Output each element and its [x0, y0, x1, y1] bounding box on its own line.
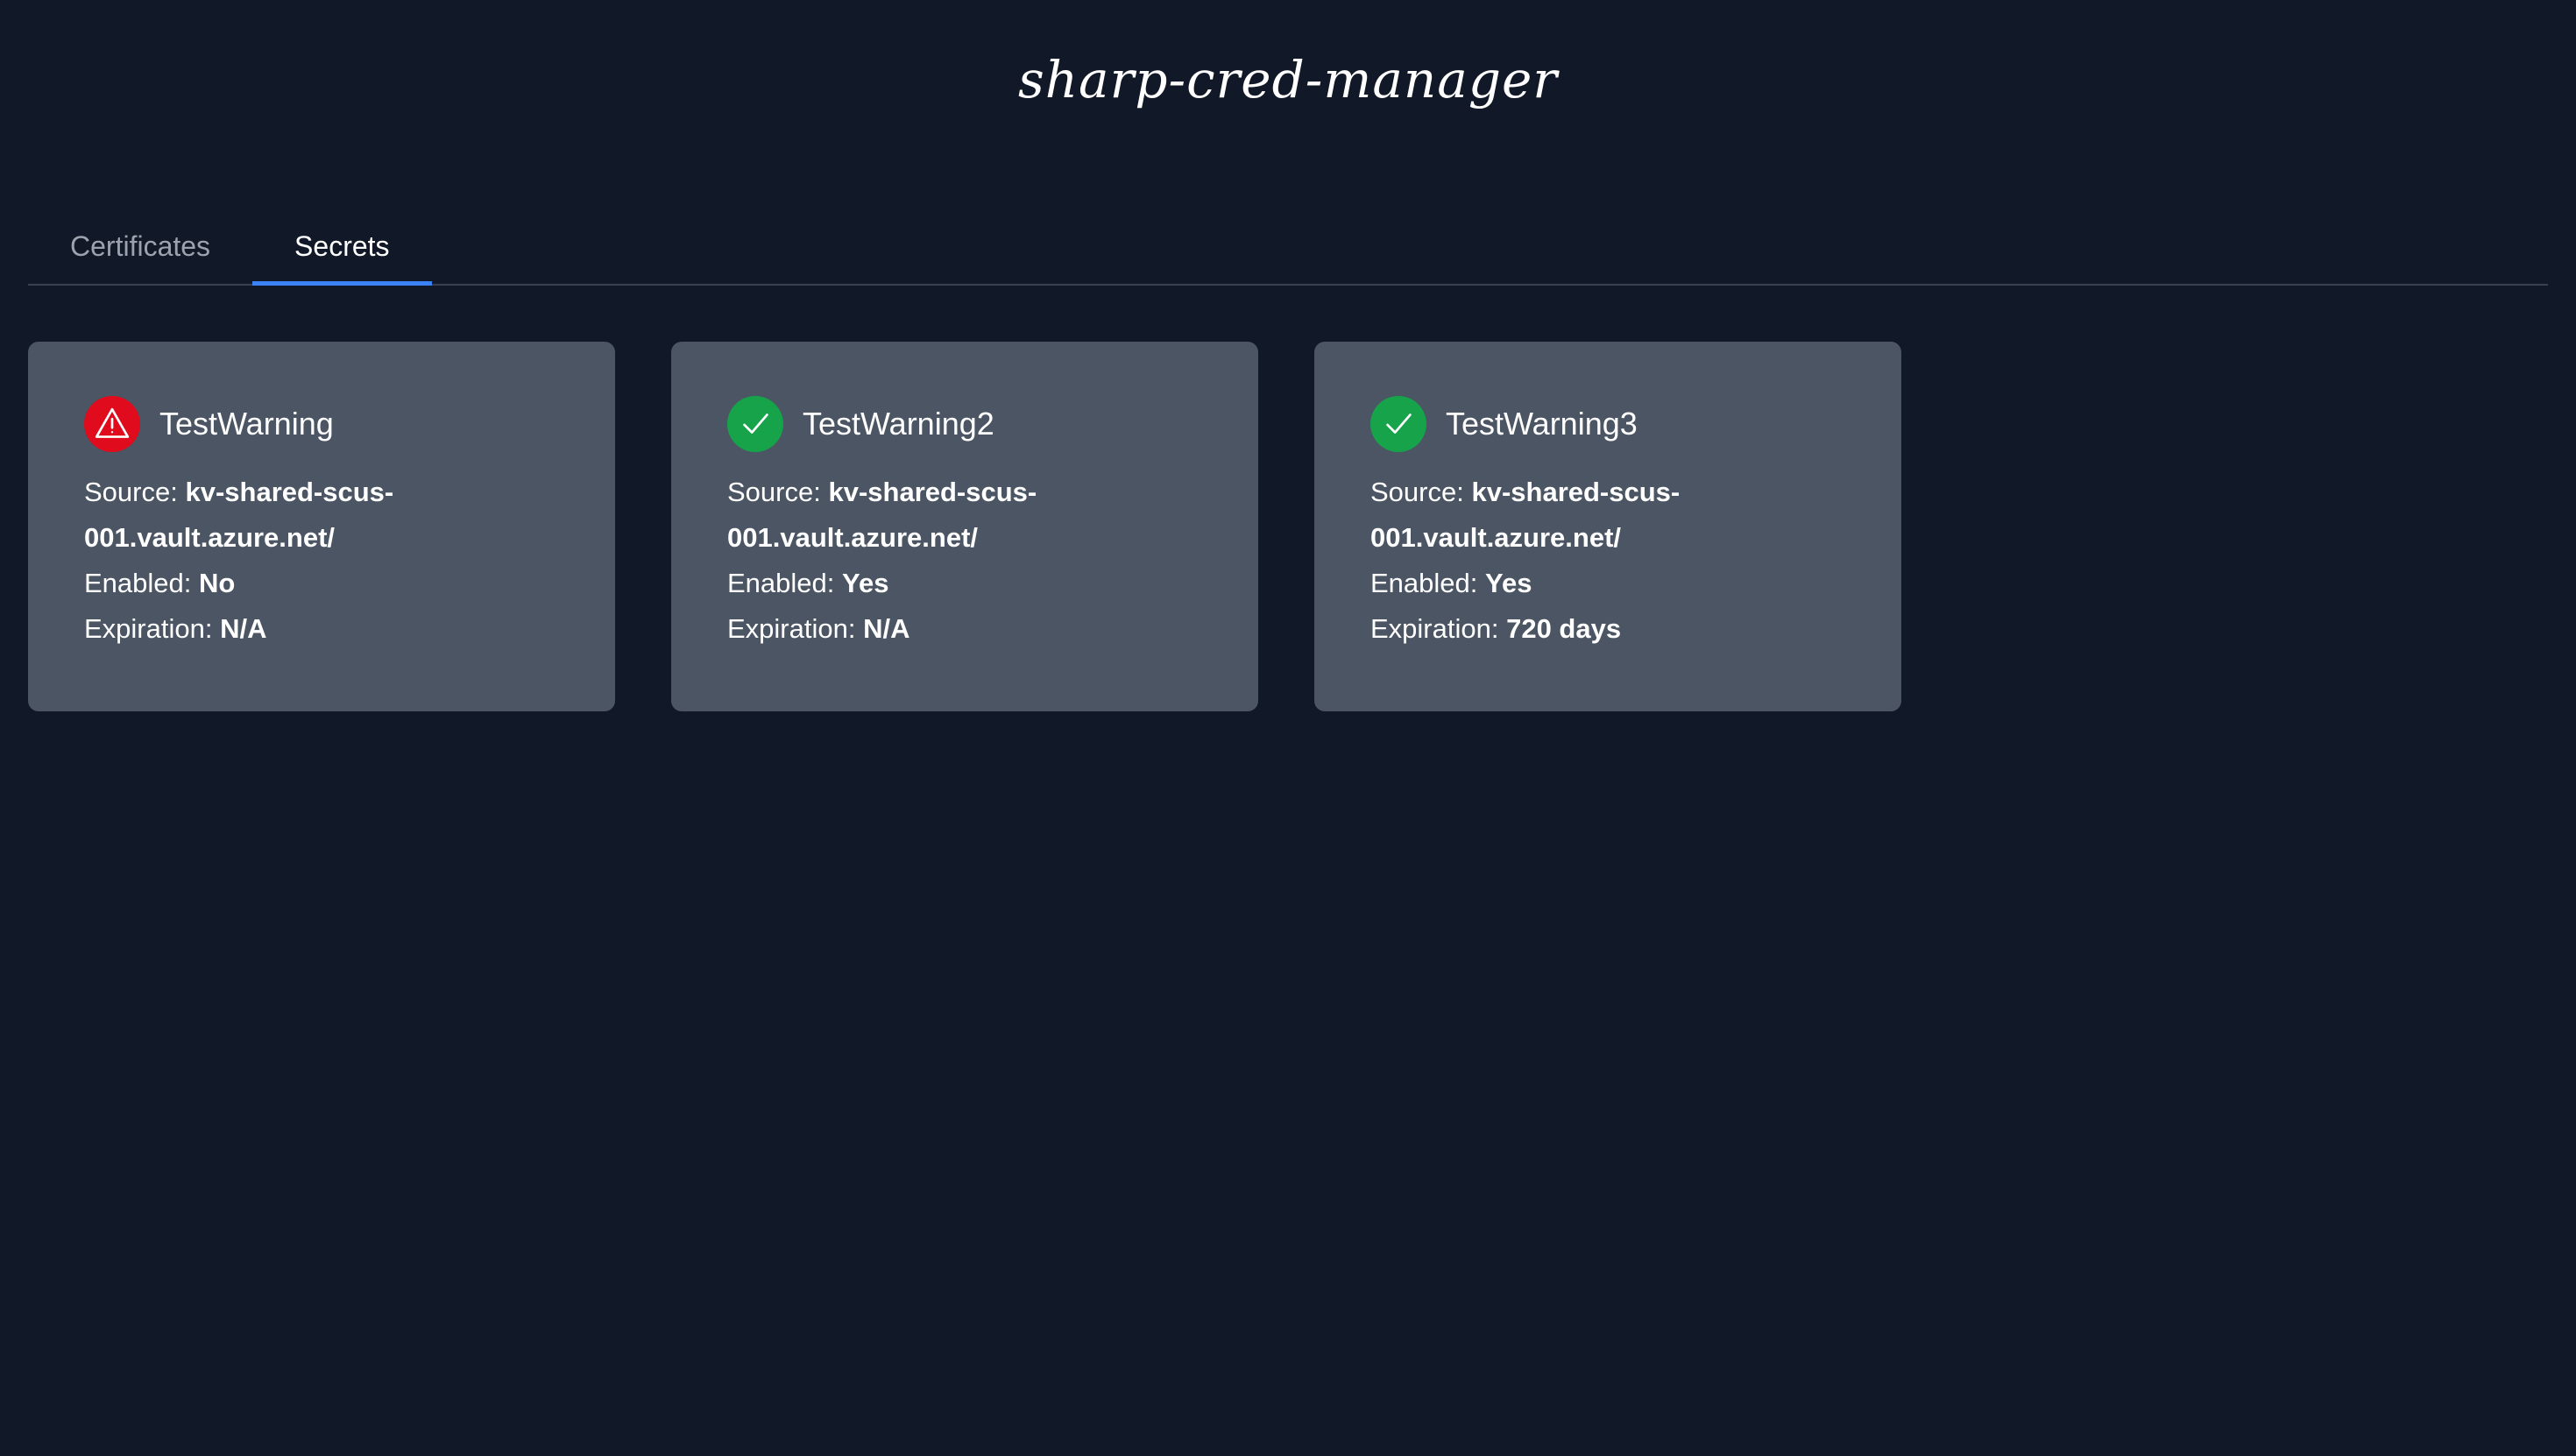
source-field: Source: kv-shared-scus- 001.vault.azure.…: [1370, 470, 1845, 561]
card-header: TestWarning2: [727, 396, 1202, 452]
source-label: Source:: [727, 477, 821, 507]
app-title: sharp-cred-manager: [1017, 50, 1559, 110]
source-label: Source:: [84, 477, 178, 507]
enabled-value: No: [199, 568, 236, 598]
expiration-label: Expiration:: [1370, 613, 1499, 644]
enabled-label: Enabled:: [84, 568, 192, 598]
warning-triangle-icon: [84, 396, 140, 452]
source-label: Source:: [1370, 477, 1464, 507]
expiration-value: N/A: [220, 613, 267, 644]
card-title: TestWarning2: [803, 406, 994, 442]
check-icon: [727, 396, 783, 452]
enabled-label: Enabled:: [727, 568, 835, 598]
enabled-field: Enabled: Yes: [727, 561, 1202, 606]
enabled-value: Yes: [842, 568, 889, 598]
secret-card[interactable]: TestWarning2 Source: kv-shared-scus- 001…: [671, 342, 1258, 711]
tab-certificates[interactable]: Certificates: [28, 217, 252, 284]
source-value-line1: kv-shared-scus-: [1471, 477, 1681, 507]
tab-bar: Certificates Secrets: [28, 217, 2548, 286]
card-title: TestWarning: [159, 406, 334, 442]
secret-card[interactable]: TestWarning Source: kv-shared-scus- 001.…: [28, 342, 615, 711]
card-header: TestWarning: [84, 396, 559, 452]
source-value-line2: 001.vault.azure.net/: [1370, 522, 1622, 553]
expiration-label: Expiration:: [84, 613, 213, 644]
expiration-label: Expiration:: [727, 613, 856, 644]
enabled-label: Enabled:: [1370, 568, 1478, 598]
check-icon: [1370, 396, 1426, 452]
secret-card[interactable]: TestWarning3 Source: kv-shared-scus- 001…: [1314, 342, 1901, 711]
source-field: Source: kv-shared-scus- 001.vault.azure.…: [727, 470, 1202, 561]
enabled-value: Yes: [1485, 568, 1532, 598]
expiration-value: 720 days: [1506, 613, 1622, 644]
source-value-line2: 001.vault.azure.net/: [727, 522, 979, 553]
source-value-line1: kv-shared-scus-: [185, 477, 394, 507]
expiration-field: Expiration: N/A: [84, 606, 559, 652]
enabled-field: Enabled: Yes: [1370, 561, 1845, 606]
card-title: TestWarning3: [1446, 406, 1638, 442]
enabled-field: Enabled: No: [84, 561, 559, 606]
source-field: Source: kv-shared-scus- 001.vault.azure.…: [84, 470, 559, 561]
expiration-value: N/A: [863, 613, 910, 644]
expiration-field: Expiration: N/A: [727, 606, 1202, 652]
expiration-field: Expiration: 720 days: [1370, 606, 1845, 652]
secret-card-list: TestWarning Source: kv-shared-scus- 001.…: [28, 342, 1901, 711]
tab-secrets[interactable]: Secrets: [252, 217, 433, 286]
source-value-line1: kv-shared-scus-: [828, 477, 1037, 507]
card-header: TestWarning3: [1370, 396, 1845, 452]
source-value-line2: 001.vault.azure.net/: [84, 522, 336, 553]
